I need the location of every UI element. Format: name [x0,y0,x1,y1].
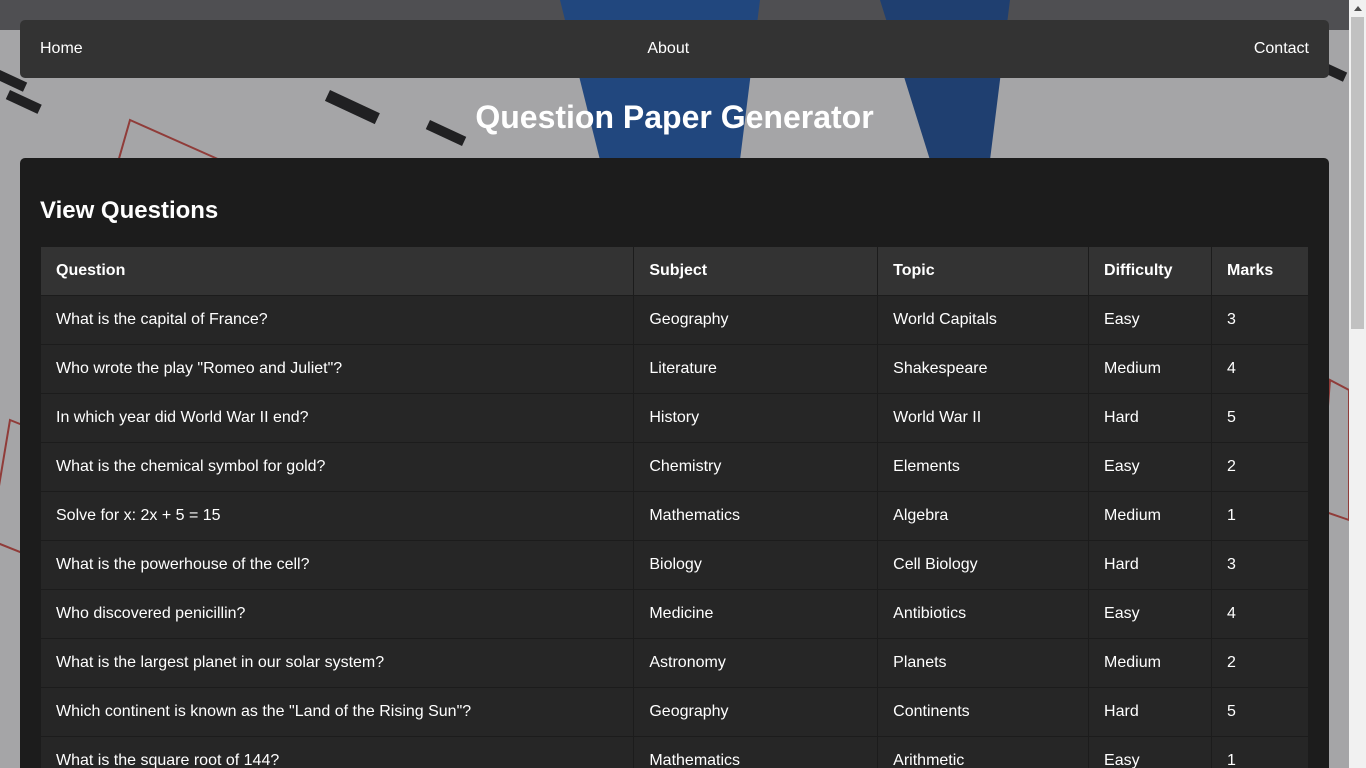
table-row: Who discovered penicillin? Medicine Anti… [39,589,1309,639]
topic-cell: Cell Biology [877,540,1090,590]
question-cell: What is the powerhouse of the cell? [39,540,635,590]
difficulty-cell: Easy [1088,589,1212,639]
subject-cell: Chemistry [633,442,879,492]
question-cell: Solve for x: 2x + 5 = 15 [39,491,635,541]
scroll-up-arrow-icon[interactable] [1349,0,1366,17]
page-scrollbar[interactable] [1349,0,1366,768]
topic-cell: Shakespeare [877,344,1090,394]
difficulty-cell: Medium [1088,638,1212,688]
topic-cell: Antibiotics [877,589,1090,639]
subject-cell: Mathematics [633,736,879,768]
marks-cell: 4 [1211,344,1309,394]
marks-cell: 3 [1211,540,1309,590]
nav-contact-link[interactable]: Contact [1254,40,1309,58]
marks-cell: 1 [1211,491,1309,541]
subject-cell: Astronomy [633,638,879,688]
column-header-marks: Marks [1211,246,1309,296]
marks-cell: 5 [1211,687,1309,737]
subject-cell: History [633,393,879,443]
question-cell: What is the largest planet in our solar … [39,638,635,688]
table-row: What is the square root of 144? Mathemat… [39,736,1309,768]
subject-cell: Biology [633,540,879,590]
difficulty-cell: Hard [1088,687,1212,737]
subject-cell: Geography [633,687,879,737]
question-cell: Who discovered penicillin? [39,589,635,639]
difficulty-cell: Easy [1088,295,1212,345]
topic-cell: World Capitals [877,295,1090,345]
top-navbar: Home About Contact [20,20,1329,78]
marks-cell: 5 [1211,393,1309,443]
difficulty-cell: Medium [1088,344,1212,394]
table-row: What is the largest planet in our solar … [39,638,1309,688]
section-title: View Questions [40,197,219,224]
question-cell: What is the chemical symbol for gold? [39,442,635,492]
question-cell: In which year did World War II end? [39,393,635,443]
marks-cell: 4 [1211,589,1309,639]
question-cell: What is the square root of 144? [39,736,635,768]
scroll-thumb[interactable] [1351,17,1364,329]
table-row: In which year did World War II end? Hist… [39,393,1309,443]
topic-cell: World War II [877,393,1090,443]
nav-home-link[interactable]: Home [40,40,83,58]
column-header-question: Question [39,246,635,296]
column-header-subject: Subject [633,246,879,296]
subject-cell: Literature [633,344,879,394]
difficulty-cell: Easy [1088,442,1212,492]
question-cell: Which continent is known as the "Land of… [39,687,635,737]
table-row: What is the chemical symbol for gold? Ch… [39,442,1309,492]
table-header-row: Question Subject Topic Difficulty Marks [39,246,1309,296]
table-row: What is the powerhouse of the cell? Biol… [39,540,1309,590]
questions-panel: View Questions Question Subject Topic Di… [20,158,1329,768]
subject-cell: Geography [633,295,879,345]
column-header-difficulty: Difficulty [1088,246,1212,296]
topic-cell: Planets [877,638,1090,688]
topic-cell: Algebra [877,491,1090,541]
difficulty-cell: Hard [1088,393,1212,443]
nav-about-link[interactable]: About [647,40,689,58]
question-cell: Who wrote the play "Romeo and Juliet"? [39,344,635,394]
difficulty-cell: Hard [1088,540,1212,590]
marks-cell: 3 [1211,295,1309,345]
topic-cell: Elements [877,442,1090,492]
topic-cell: Continents [877,687,1090,737]
table-row: Who wrote the play "Romeo and Juliet"? L… [39,344,1309,394]
subject-cell: Mathematics [633,491,879,541]
marks-cell: 2 [1211,442,1309,492]
questions-table: Question Subject Topic Difficulty Marks … [39,246,1309,768]
marks-cell: 2 [1211,638,1309,688]
marks-cell: 1 [1211,736,1309,768]
topic-cell: Arithmetic [877,736,1090,768]
page-title: Question Paper Generator [475,99,874,135]
table-row: Which continent is known as the "Land of… [39,687,1309,737]
column-header-topic: Topic [877,246,1090,296]
table-row: Solve for x: 2x + 5 = 15 Mathematics Alg… [39,491,1309,541]
difficulty-cell: Medium [1088,491,1212,541]
subject-cell: Medicine [633,589,879,639]
difficulty-cell: Easy [1088,736,1212,768]
question-cell: What is the capital of France? [39,295,635,345]
table-row: What is the capital of France? Geography… [39,295,1309,345]
